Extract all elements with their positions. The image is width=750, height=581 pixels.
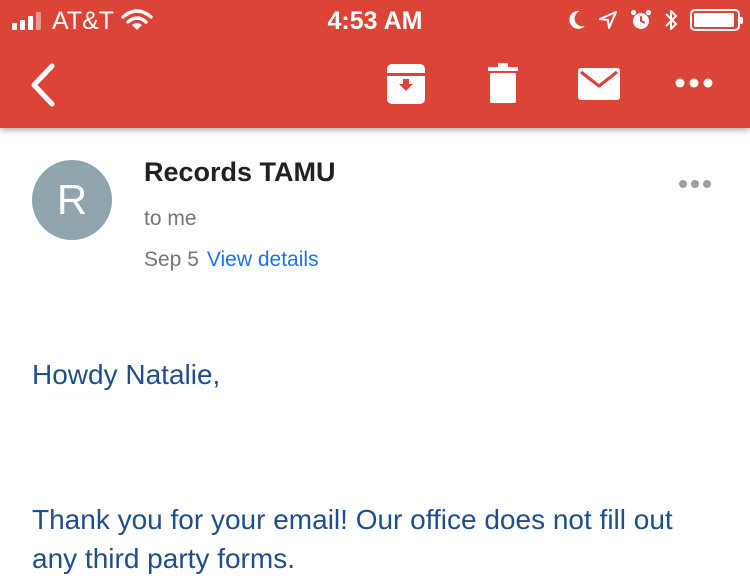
avatar[interactable]: R — [32, 160, 112, 240]
mail-icon[interactable] — [578, 68, 620, 100]
app-header: AT&T 4:53 AM — [0, 0, 750, 128]
message-greeting: Howdy Natalie, — [32, 359, 221, 390]
status-bar: AT&T 4:53 AM — [0, 0, 750, 40]
message-body: Thank you for your email! Our office doe… — [32, 504, 673, 574]
archive-icon[interactable] — [387, 64, 425, 104]
battery-icon — [690, 9, 743, 31]
message-meta: Sep 5 View details — [144, 248, 319, 272]
location-arrow-icon — [599, 11, 617, 29]
moon-icon — [569, 10, 585, 29]
back-arrow-icon[interactable] — [26, 62, 60, 108]
alarm-icon — [630, 9, 652, 29]
trash-icon[interactable] — [488, 63, 518, 103]
view-details-link[interactable]: View details — [207, 248, 319, 271]
message-date: Sep 5 — [144, 248, 199, 271]
message-more-icon[interactable] — [678, 178, 712, 190]
sender-name: Records TAMU — [144, 157, 336, 187]
status-icons — [568, 8, 743, 32]
recipient-line: to me — [144, 207, 197, 230]
bluetooth-icon — [665, 10, 677, 30]
more-horizontal-icon[interactable] — [675, 76, 713, 90]
